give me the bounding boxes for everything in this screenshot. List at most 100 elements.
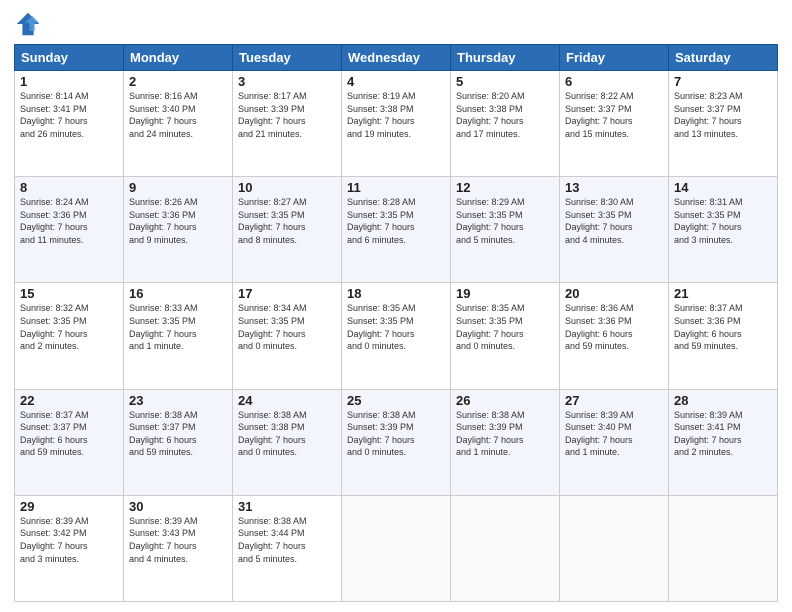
day-number: 25 xyxy=(347,393,445,408)
day-info: Sunrise: 8:37 AMSunset: 3:36 PMDaylight:… xyxy=(674,302,772,352)
day-number: 15 xyxy=(20,286,118,301)
day-number: 20 xyxy=(565,286,663,301)
calendar-cell: 6Sunrise: 8:22 AMSunset: 3:37 PMDaylight… xyxy=(560,71,669,177)
day-info: Sunrise: 8:39 AMSunset: 3:42 PMDaylight:… xyxy=(20,515,118,565)
day-info: Sunrise: 8:27 AMSunset: 3:35 PMDaylight:… xyxy=(238,196,336,246)
day-info: Sunrise: 8:38 AMSunset: 3:37 PMDaylight:… xyxy=(129,409,227,459)
calendar-cell xyxy=(669,495,778,601)
calendar-cell: 22Sunrise: 8:37 AMSunset: 3:37 PMDayligh… xyxy=(15,389,124,495)
calendar-cell: 5Sunrise: 8:20 AMSunset: 3:38 PMDaylight… xyxy=(451,71,560,177)
day-info: Sunrise: 8:39 AMSunset: 3:43 PMDaylight:… xyxy=(129,515,227,565)
calendar-cell: 2Sunrise: 8:16 AMSunset: 3:40 PMDaylight… xyxy=(124,71,233,177)
day-number: 10 xyxy=(238,180,336,195)
day-number: 13 xyxy=(565,180,663,195)
day-number: 6 xyxy=(565,74,663,89)
calendar-cell: 16Sunrise: 8:33 AMSunset: 3:35 PMDayligh… xyxy=(124,283,233,389)
day-number: 17 xyxy=(238,286,336,301)
calendar-cell: 28Sunrise: 8:39 AMSunset: 3:41 PMDayligh… xyxy=(669,389,778,495)
page: SundayMondayTuesdayWednesdayThursdayFrid… xyxy=(0,0,792,612)
day-number: 11 xyxy=(347,180,445,195)
day-number: 21 xyxy=(674,286,772,301)
calendar-cell: 27Sunrise: 8:39 AMSunset: 3:40 PMDayligh… xyxy=(560,389,669,495)
weekday-header-wednesday: Wednesday xyxy=(342,45,451,71)
day-number: 22 xyxy=(20,393,118,408)
calendar-cell: 12Sunrise: 8:29 AMSunset: 3:35 PMDayligh… xyxy=(451,177,560,283)
day-number: 18 xyxy=(347,286,445,301)
calendar-cell: 9Sunrise: 8:26 AMSunset: 3:36 PMDaylight… xyxy=(124,177,233,283)
day-number: 7 xyxy=(674,74,772,89)
day-number: 2 xyxy=(129,74,227,89)
weekday-header-sunday: Sunday xyxy=(15,45,124,71)
calendar-cell: 13Sunrise: 8:30 AMSunset: 3:35 PMDayligh… xyxy=(560,177,669,283)
day-number: 1 xyxy=(20,74,118,89)
calendar-cell: 24Sunrise: 8:38 AMSunset: 3:38 PMDayligh… xyxy=(233,389,342,495)
weekday-header-saturday: Saturday xyxy=(669,45,778,71)
week-row-1: 1Sunrise: 8:14 AMSunset: 3:41 PMDaylight… xyxy=(15,71,778,177)
day-info: Sunrise: 8:39 AMSunset: 3:41 PMDaylight:… xyxy=(674,409,772,459)
day-info: Sunrise: 8:31 AMSunset: 3:35 PMDaylight:… xyxy=(674,196,772,246)
day-number: 8 xyxy=(20,180,118,195)
weekday-header-friday: Friday xyxy=(560,45,669,71)
day-number: 26 xyxy=(456,393,554,408)
day-info: Sunrise: 8:19 AMSunset: 3:38 PMDaylight:… xyxy=(347,90,445,140)
day-info: Sunrise: 8:38 AMSunset: 3:44 PMDaylight:… xyxy=(238,515,336,565)
day-number: 3 xyxy=(238,74,336,89)
day-info: Sunrise: 8:16 AMSunset: 3:40 PMDaylight:… xyxy=(129,90,227,140)
day-number: 29 xyxy=(20,499,118,514)
day-info: Sunrise: 8:14 AMSunset: 3:41 PMDaylight:… xyxy=(20,90,118,140)
day-info: Sunrise: 8:26 AMSunset: 3:36 PMDaylight:… xyxy=(129,196,227,246)
calendar-cell: 15Sunrise: 8:32 AMSunset: 3:35 PMDayligh… xyxy=(15,283,124,389)
day-info: Sunrise: 8:20 AMSunset: 3:38 PMDaylight:… xyxy=(456,90,554,140)
calendar: SundayMondayTuesdayWednesdayThursdayFrid… xyxy=(14,44,778,602)
calendar-cell: 3Sunrise: 8:17 AMSunset: 3:39 PMDaylight… xyxy=(233,71,342,177)
calendar-cell: 4Sunrise: 8:19 AMSunset: 3:38 PMDaylight… xyxy=(342,71,451,177)
calendar-cell: 29Sunrise: 8:39 AMSunset: 3:42 PMDayligh… xyxy=(15,495,124,601)
calendar-cell: 25Sunrise: 8:38 AMSunset: 3:39 PMDayligh… xyxy=(342,389,451,495)
day-number: 24 xyxy=(238,393,336,408)
day-number: 4 xyxy=(347,74,445,89)
day-number: 27 xyxy=(565,393,663,408)
day-info: Sunrise: 8:38 AMSunset: 3:39 PMDaylight:… xyxy=(347,409,445,459)
calendar-cell: 14Sunrise: 8:31 AMSunset: 3:35 PMDayligh… xyxy=(669,177,778,283)
calendar-cell: 7Sunrise: 8:23 AMSunset: 3:37 PMDaylight… xyxy=(669,71,778,177)
day-number: 23 xyxy=(129,393,227,408)
day-info: Sunrise: 8:36 AMSunset: 3:36 PMDaylight:… xyxy=(565,302,663,352)
day-info: Sunrise: 8:34 AMSunset: 3:35 PMDaylight:… xyxy=(238,302,336,352)
calendar-cell: 18Sunrise: 8:35 AMSunset: 3:35 PMDayligh… xyxy=(342,283,451,389)
weekday-header-thursday: Thursday xyxy=(451,45,560,71)
calendar-cell: 8Sunrise: 8:24 AMSunset: 3:36 PMDaylight… xyxy=(15,177,124,283)
day-number: 5 xyxy=(456,74,554,89)
day-info: Sunrise: 8:23 AMSunset: 3:37 PMDaylight:… xyxy=(674,90,772,140)
weekday-header-tuesday: Tuesday xyxy=(233,45,342,71)
day-number: 28 xyxy=(674,393,772,408)
day-info: Sunrise: 8:33 AMSunset: 3:35 PMDaylight:… xyxy=(129,302,227,352)
calendar-cell xyxy=(560,495,669,601)
logo-icon xyxy=(14,10,42,38)
calendar-cell: 31Sunrise: 8:38 AMSunset: 3:44 PMDayligh… xyxy=(233,495,342,601)
day-number: 31 xyxy=(238,499,336,514)
day-info: Sunrise: 8:35 AMSunset: 3:35 PMDaylight:… xyxy=(456,302,554,352)
week-row-2: 8Sunrise: 8:24 AMSunset: 3:36 PMDaylight… xyxy=(15,177,778,283)
day-info: Sunrise: 8:32 AMSunset: 3:35 PMDaylight:… xyxy=(20,302,118,352)
week-row-5: 29Sunrise: 8:39 AMSunset: 3:42 PMDayligh… xyxy=(15,495,778,601)
week-row-3: 15Sunrise: 8:32 AMSunset: 3:35 PMDayligh… xyxy=(15,283,778,389)
logo xyxy=(14,10,44,38)
calendar-cell: 11Sunrise: 8:28 AMSunset: 3:35 PMDayligh… xyxy=(342,177,451,283)
day-info: Sunrise: 8:29 AMSunset: 3:35 PMDaylight:… xyxy=(456,196,554,246)
calendar-body: 1Sunrise: 8:14 AMSunset: 3:41 PMDaylight… xyxy=(15,71,778,602)
calendar-cell: 1Sunrise: 8:14 AMSunset: 3:41 PMDaylight… xyxy=(15,71,124,177)
day-info: Sunrise: 8:37 AMSunset: 3:37 PMDaylight:… xyxy=(20,409,118,459)
calendar-cell: 19Sunrise: 8:35 AMSunset: 3:35 PMDayligh… xyxy=(451,283,560,389)
day-info: Sunrise: 8:30 AMSunset: 3:35 PMDaylight:… xyxy=(565,196,663,246)
calendar-cell: 26Sunrise: 8:38 AMSunset: 3:39 PMDayligh… xyxy=(451,389,560,495)
day-info: Sunrise: 8:38 AMSunset: 3:39 PMDaylight:… xyxy=(456,409,554,459)
day-number: 14 xyxy=(674,180,772,195)
day-number: 30 xyxy=(129,499,227,514)
weekday-header-monday: Monday xyxy=(124,45,233,71)
day-info: Sunrise: 8:22 AMSunset: 3:37 PMDaylight:… xyxy=(565,90,663,140)
calendar-cell: 20Sunrise: 8:36 AMSunset: 3:36 PMDayligh… xyxy=(560,283,669,389)
calendar-cell: 21Sunrise: 8:37 AMSunset: 3:36 PMDayligh… xyxy=(669,283,778,389)
day-info: Sunrise: 8:28 AMSunset: 3:35 PMDaylight:… xyxy=(347,196,445,246)
day-info: Sunrise: 8:38 AMSunset: 3:38 PMDaylight:… xyxy=(238,409,336,459)
week-row-4: 22Sunrise: 8:37 AMSunset: 3:37 PMDayligh… xyxy=(15,389,778,495)
